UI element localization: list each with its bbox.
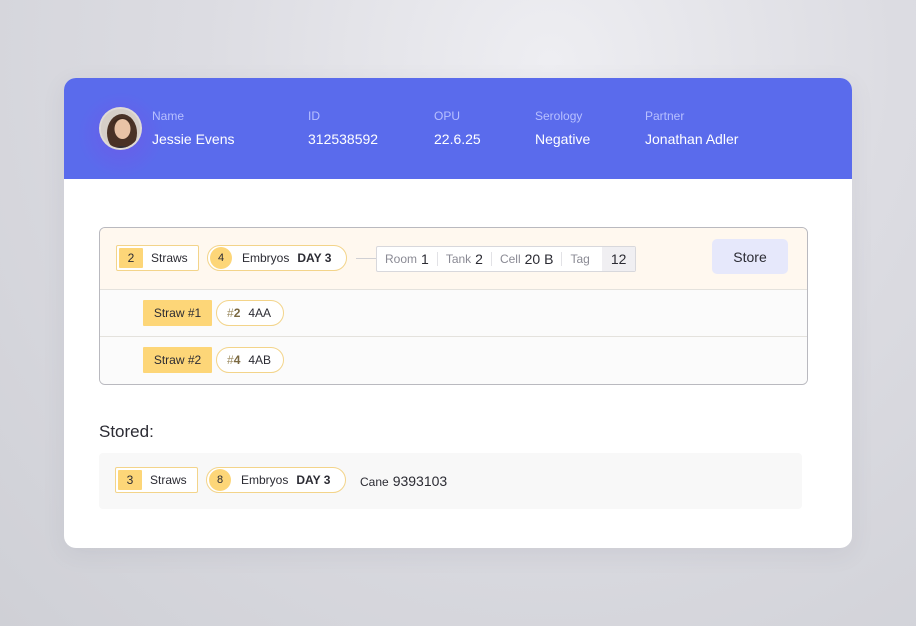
- tag-segment: Tag: [562, 252, 601, 266]
- connector-line: [356, 258, 376, 259]
- serology-field: Serology Negative: [535, 109, 590, 147]
- avatar: [99, 107, 142, 150]
- embryo-grade: 4AA: [248, 306, 272, 320]
- embryos-count: 4: [210, 247, 232, 269]
- straws-count-badge: 2 Straws: [116, 245, 199, 271]
- tag-input[interactable]: 12: [601, 247, 636, 271]
- tank-segment: Tank 2: [438, 251, 492, 267]
- name-value: Jessie Evens: [152, 131, 235, 147]
- stored-batch-row[interactable]: 3 Straws 8 Embryos DAY 3 Cane 9393103: [99, 453, 802, 509]
- embryos-count-badge: 4 Embryos DAY 3: [207, 245, 347, 271]
- stored-straws-label: Straws: [150, 473, 187, 487]
- tag-label: Tag: [570, 252, 590, 266]
- stored-embryos-badge: 8 Embryos DAY 3: [206, 467, 346, 493]
- cane-info: Cane 9393103: [360, 473, 447, 489]
- stored-embryos-day: DAY 3: [296, 473, 331, 487]
- id-value: 312538592: [308, 131, 379, 147]
- cane-label: Cane: [360, 475, 389, 489]
- partner-field: Partner Jonathan Adler: [645, 109, 738, 147]
- cell-value: 20 B: [524, 251, 554, 267]
- id-field: ID 312538592: [308, 109, 378, 147]
- opu-value: 22.6.25: [434, 131, 481, 147]
- stored-straws-count: 3: [118, 470, 142, 490]
- embryos-label: Embryos: [242, 251, 290, 265]
- cane-value: 9393103: [392, 473, 448, 489]
- patient-header: Name Jessie Evens ID 312538592 OPU 22.6.…: [64, 78, 852, 179]
- cell-segment: Cell 20 B: [492, 251, 563, 267]
- name-label: Name: [152, 109, 185, 123]
- room-value: 1: [421, 251, 429, 267]
- serology-value: Negative: [535, 131, 591, 147]
- embryo-chip[interactable]: #4 4AB: [216, 347, 285, 373]
- partner-label: Partner: [645, 109, 685, 123]
- opu-label: OPU: [434, 109, 461, 123]
- batch-summary-row: 2 Straws 4 Embryos DAY 3 Room 1 Tank 2 C…: [100, 228, 807, 290]
- stored-straws-badge: 3 Straws: [115, 467, 198, 493]
- tank-value: 2: [475, 251, 483, 267]
- id-label: ID: [308, 109, 320, 123]
- cell-label: Cell: [499, 252, 521, 266]
- embryo-grade: 4AB: [248, 353, 272, 367]
- patient-card: Name Jessie Evens ID 312538592 OPU 22.6.…: [64, 78, 852, 548]
- tank-label: Tank: [445, 252, 472, 266]
- stored-embryos-label: Embryos: [241, 473, 289, 487]
- straws-count: 2: [119, 248, 143, 268]
- room-segment: Room 1: [377, 251, 438, 267]
- current-batch-panel: 2 Straws 4 Embryos DAY 3 Room 1 Tank 2 C…: [99, 227, 808, 385]
- embryo-chip[interactable]: #2 4AA: [216, 300, 285, 326]
- embryos-day: DAY 3: [297, 251, 332, 265]
- store-button[interactable]: Store: [712, 239, 788, 274]
- stored-heading: Stored:: [99, 422, 154, 441]
- embryo-number: #4: [227, 353, 241, 367]
- straw-row: Straw #1 #2 4AA: [100, 290, 807, 337]
- storage-location: Room 1 Tank 2 Cell 20 B Tag 12: [376, 246, 637, 272]
- stored-embryos-count: 8: [209, 469, 231, 491]
- straw-label[interactable]: Straw #1: [143, 300, 212, 326]
- serology-label: Serology: [535, 109, 583, 123]
- room-label: Room: [385, 252, 418, 266]
- opu-field: OPU 22.6.25: [434, 109, 481, 147]
- partner-value: Jonathan Adler: [645, 131, 739, 147]
- straw-row: Straw #2 #4 4AB: [100, 337, 807, 384]
- embryo-number: #2: [227, 306, 241, 320]
- name-field: Name Jessie Evens: [152, 109, 234, 147]
- straw-label[interactable]: Straw #2: [143, 347, 212, 373]
- straws-label: Straws: [151, 251, 188, 265]
